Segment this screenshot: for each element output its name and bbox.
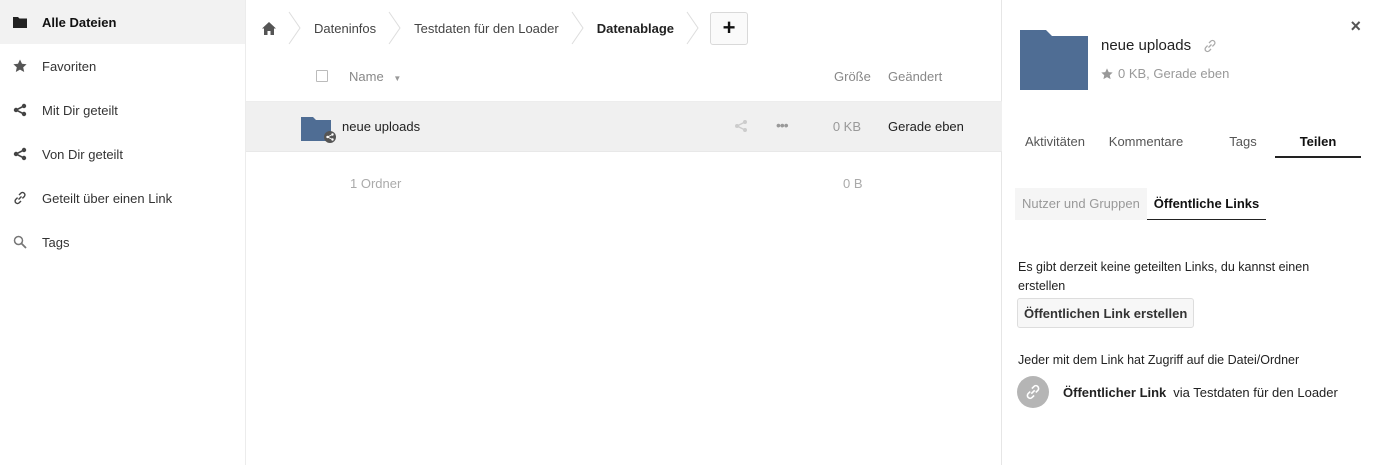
subtab-public-links[interactable]: Öffentliche Links xyxy=(1146,188,1267,220)
sidebar-item-label: Geteilt über einen Link xyxy=(42,190,173,206)
file-modified: Gerade eben xyxy=(888,119,964,134)
tab-comments[interactable]: Kommentare xyxy=(1101,130,1191,158)
breadcrumb-separator-icon xyxy=(288,11,301,45)
table-row[interactable]: neue uploads ••• 0 KB Gerade eben xyxy=(246,102,1002,152)
sidebar-item-favorites[interactable]: Favoriten xyxy=(0,44,245,88)
details-tabs: Aktivitäten Kommentare Tags Teilen xyxy=(1015,130,1361,158)
share-icon xyxy=(12,102,28,118)
details-title: neue uploads xyxy=(1101,37,1217,54)
sidebar-item-shared-with-you[interactable]: Mit Dir geteilt xyxy=(0,88,245,132)
sidebar-item-shared-by-link[interactable]: Geteilt über einen Link xyxy=(0,176,245,220)
new-button[interactable]: + xyxy=(710,11,749,45)
more-actions-icon[interactable]: ••• xyxy=(776,117,789,133)
file-list-area: Dateninfos Testdaten für den Loader Date… xyxy=(246,0,1002,465)
breadcrumb-item-dateninfos[interactable]: Dateninfos xyxy=(302,9,388,47)
table-summary: 1 Ordner 0 B xyxy=(246,152,1002,214)
file-size: 0 KB xyxy=(832,119,861,134)
sidebar-item-label: Von Dir geteilt xyxy=(42,146,123,162)
column-header-size[interactable]: Größe xyxy=(834,69,871,84)
close-icon[interactable]: × xyxy=(1350,16,1361,37)
sidebar-item-tags[interactable]: Tags xyxy=(0,220,245,264)
folder-icon xyxy=(1020,28,1088,93)
sidebar: Alle Dateien Favoriten Mit Dir geteilt V… xyxy=(0,0,246,465)
select-all-checkbox[interactable] xyxy=(316,70,328,82)
star-icon[interactable] xyxy=(1101,67,1113,80)
search-icon xyxy=(12,234,28,250)
home-icon xyxy=(262,21,276,35)
public-link-name: Öffentlicher Link xyxy=(1063,384,1167,400)
breadcrumb-item-testdaten[interactable]: Testdaten für den Loader xyxy=(402,9,571,47)
files-app: Alle Dateien Favoriten Mit Dir geteilt V… xyxy=(0,0,1373,465)
breadcrumb-separator-icon xyxy=(571,11,584,45)
star-icon xyxy=(12,58,28,74)
subtab-users-groups[interactable]: Nutzer und Gruppen xyxy=(1015,188,1147,220)
tab-share[interactable]: Teilen xyxy=(1275,130,1361,158)
folder-icon xyxy=(12,14,28,30)
breadcrumb-separator-icon xyxy=(388,11,401,45)
file-name[interactable]: neue uploads xyxy=(342,119,420,134)
sidebar-item-label: Tags xyxy=(42,234,70,250)
tab-tags[interactable]: Tags xyxy=(1213,130,1273,158)
summary-size: 0 B xyxy=(843,176,863,191)
share-icon xyxy=(12,146,28,162)
sidebar-item-all-files[interactable]: Alle Dateien xyxy=(0,0,245,44)
link-avatar-icon xyxy=(1017,376,1049,408)
summary-count: 1 Ordner xyxy=(350,176,402,191)
details-panel: × neue uploads 0 KB, Gerade eben Aktivit… xyxy=(1002,0,1373,465)
sidebar-item-label: Favoriten xyxy=(42,58,97,74)
sort-down-icon: ▼ xyxy=(393,74,402,83)
sidebar-item-label: Alle Dateien xyxy=(42,14,117,30)
breadcrumb-home[interactable] xyxy=(246,9,288,47)
share-icon[interactable] xyxy=(734,119,748,136)
breadcrumb: Dateninfos Testdaten für den Loader Date… xyxy=(246,9,749,47)
link-icon[interactable] xyxy=(1203,39,1217,53)
public-link-item[interactable]: Öffentlicher Link via Testdaten für den … xyxy=(1017,376,1338,408)
no-links-text: Es gibt derzeit keine geteilten Links, d… xyxy=(1018,260,1310,293)
public-link-via: via Testdaten für den Loader xyxy=(1173,384,1338,400)
tab-activities[interactable]: Aktivitäten xyxy=(1015,130,1095,158)
column-header-name[interactable]: Name ▼ xyxy=(349,69,401,84)
table-header: Name ▼ Größe Geändert xyxy=(246,52,1002,102)
breadcrumb-item-datenablage[interactable]: Datenablage xyxy=(585,9,686,47)
link-icon xyxy=(12,190,28,206)
shared-folder-icon xyxy=(301,115,337,146)
share-subtabs: Nutzer und Gruppen Öffentliche Links xyxy=(1015,188,1267,220)
access-text: Jeder mit dem Link hat Zugriff auf die D… xyxy=(1018,353,1300,367)
sidebar-item-shared-by-you[interactable]: Von Dir geteilt xyxy=(0,132,245,176)
column-header-modified[interactable]: Geändert xyxy=(888,69,942,84)
create-public-link-button[interactable]: Öffentlichen Link erstellen xyxy=(1017,298,1195,328)
sidebar-item-label: Mit Dir geteilt xyxy=(42,102,118,118)
breadcrumb-separator-icon xyxy=(686,11,699,45)
details-meta: 0 KB, Gerade eben xyxy=(1101,66,1229,81)
